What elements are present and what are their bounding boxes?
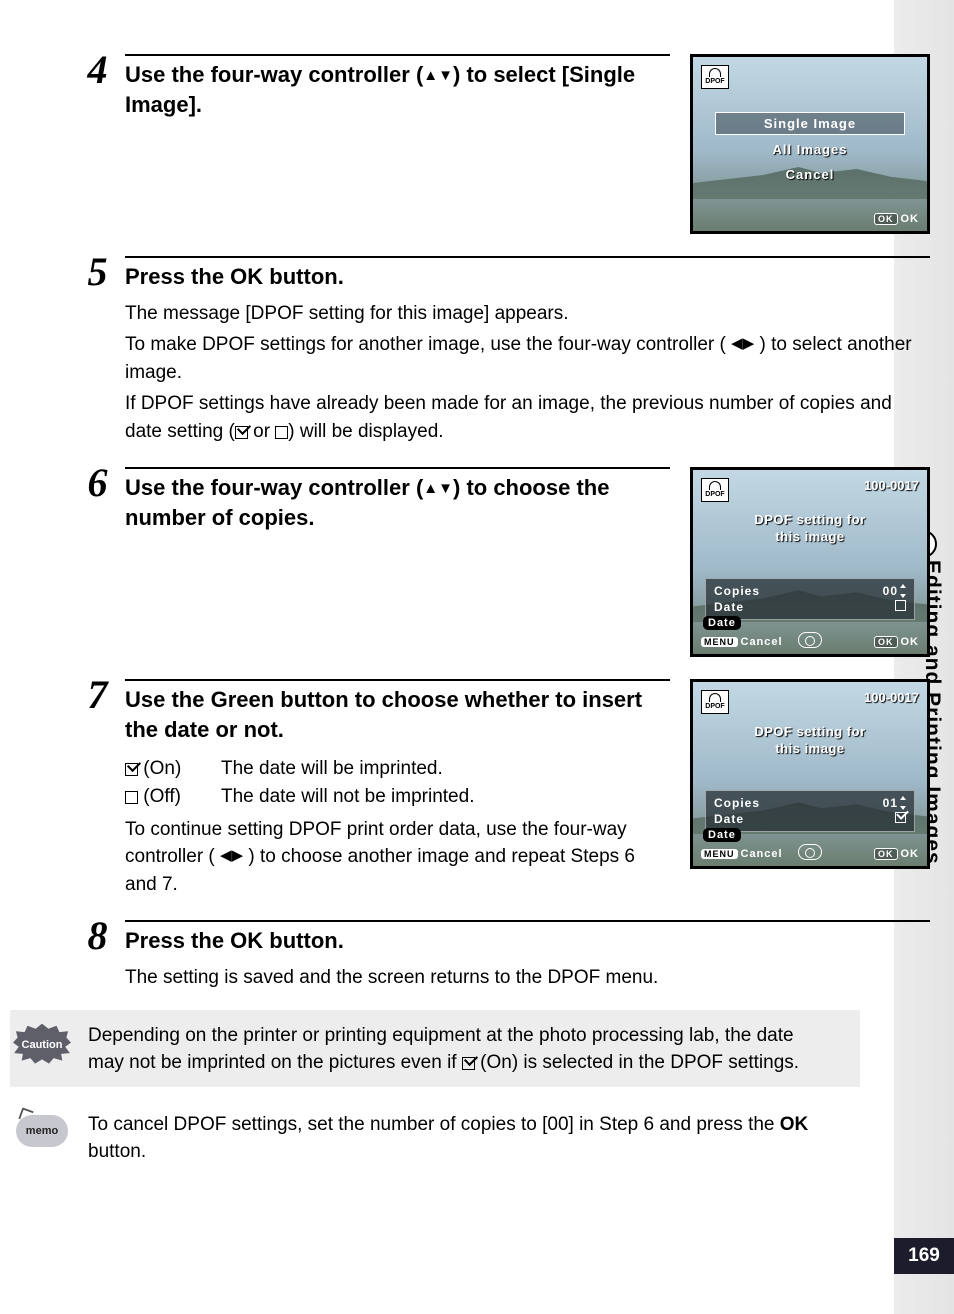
date-pill: Date: [703, 828, 741, 842]
menu-item-single-image: Single Image: [715, 112, 905, 135]
dpof-message: DPOF setting forthis image: [693, 512, 927, 545]
step-8: 8 Press the OK button. The setting is sa…: [70, 916, 930, 991]
step-title: Press the OK button.: [125, 920, 930, 960]
date-checkbox-checked: [895, 812, 906, 823]
caution-text: Depending on the printer or printing equ…: [88, 1020, 844, 1077]
file-number: 100-0017: [864, 478, 919, 493]
text: To make DPOF settings for another image,…: [125, 334, 731, 355]
step-5: 5 Press the OK button. The message [DPOF…: [70, 252, 930, 445]
text: button.: [263, 264, 344, 289]
left-triangle-icon: ◀: [731, 335, 743, 352]
date-checkbox-unchecked: [895, 600, 906, 611]
menu-item-cancel: Cancel: [715, 164, 905, 185]
ok-label: OK: [780, 1114, 809, 1135]
text: (On) is selected in the DPOF settings.: [475, 1052, 799, 1073]
checked-box-icon: [462, 1057, 475, 1070]
up-triangle-icon: ▲: [423, 67, 438, 84]
menu-cancel: MENUCancel: [701, 848, 783, 860]
text: Press the: [125, 928, 230, 953]
ok-indicator: OKOK: [874, 848, 919, 860]
text: button.: [88, 1141, 146, 1162]
unchecked-box-icon: [275, 426, 288, 439]
text: To cancel DPOF settings, set the number …: [88, 1114, 780, 1135]
date-pill: Date: [703, 616, 741, 630]
text: button.: [263, 928, 344, 953]
step-text: The setting is saved and the screen retu…: [125, 964, 930, 992]
step-number: 5: [70, 252, 125, 292]
checked-box-icon: [125, 763, 138, 776]
date-label: Date: [714, 812, 744, 826]
text: Use the four-way controller (: [125, 62, 423, 87]
option-on: (On): [125, 755, 205, 784]
lcd-screenshot-date: DPOF 100-0017 DPOF setting forthis image…: [690, 679, 930, 869]
option-off-desc: The date will not be imprinted.: [221, 783, 474, 812]
step-number: 7: [70, 675, 125, 715]
menu-cancel: MENUCancel: [701, 636, 783, 648]
unchecked-box-icon: [125, 791, 138, 804]
lcd-screenshot-copies: DPOF 100-0017 DPOF setting forthis image…: [690, 467, 930, 657]
menu-item-all-images: All Images: [715, 139, 905, 160]
step-title: Use the four-way controller (▲▼) to sele…: [125, 54, 670, 123]
text: Press the: [125, 264, 230, 289]
copies-label: Copies: [714, 584, 760, 598]
step-number: 6: [70, 463, 125, 503]
settings-panel: Copies 01 Date: [705, 790, 915, 832]
green-button-icon: [798, 632, 822, 648]
date-label: Date: [714, 600, 744, 614]
down-triangle-icon: ▼: [438, 67, 453, 84]
text: ) will be displayed.: [288, 421, 443, 442]
dpof-icon: DPOF: [701, 65, 729, 89]
green-button-icon: [798, 844, 822, 860]
dpof-icon: DPOF: [701, 478, 729, 502]
option-on-desc: The date will be imprinted.: [221, 755, 443, 784]
ok-indicator: OKOK: [874, 636, 919, 648]
ok-label: OK: [230, 928, 263, 953]
checked-box-icon: [235, 426, 248, 439]
memo-icon: memo: [16, 1115, 68, 1147]
step-title: Use the four-way controller (▲▼) to choo…: [125, 467, 670, 536]
copies-label: Copies: [714, 796, 760, 810]
ok-indicator: OKOK: [874, 213, 919, 225]
step-number: 8: [70, 916, 125, 956]
caution-icon: Caution: [13, 1024, 71, 1066]
copies-value: 00: [883, 584, 906, 598]
step-text: To make DPOF settings for another image,…: [125, 331, 930, 386]
memo-text: To cancel DPOF settings, set the number …: [88, 1109, 844, 1166]
caution-note: Caution Depending on the printer or prin…: [10, 1010, 860, 1087]
ok-label: OK: [230, 264, 263, 289]
right-triangle-icon: ▶: [232, 847, 244, 864]
file-number: 100-0017: [864, 690, 919, 705]
option-off: (Off): [125, 783, 205, 812]
step-title: Use the Green button to choose whether t…: [125, 679, 670, 748]
step-number: 4: [70, 50, 125, 90]
right-triangle-icon: ▶: [743, 335, 755, 352]
lcd-screenshot-single-image: DPOF Single Image All Images Cancel OKOK: [690, 54, 930, 234]
dpof-message: DPOF setting forthis image: [693, 724, 927, 757]
left-triangle-icon: ◀: [220, 847, 232, 864]
dpof-icon: DPOF: [701, 690, 729, 714]
step-text: If DPOF settings have already been made …: [125, 390, 930, 445]
step-7: 7 Use the Green button to choose whether…: [70, 675, 930, 898]
step-title: Press the OK button.: [125, 256, 930, 296]
step-text: To continue setting DPOF print order dat…: [125, 816, 670, 899]
settings-panel: Copies 00 Date: [705, 578, 915, 620]
text: or: [248, 421, 275, 442]
text: Use the four-way controller (: [125, 475, 423, 500]
memo-note: memo To cancel DPOF settings, set the nu…: [10, 1099, 860, 1176]
down-triangle-icon: ▼: [438, 480, 453, 497]
step-text: The message [DPOF setting for this image…: [125, 300, 930, 328]
step-4: 4 Use the four-way controller (▲▼) to se…: [70, 50, 930, 234]
up-triangle-icon: ▲: [423, 480, 438, 497]
step-6: 6 Use the four-way controller (▲▼) to ch…: [70, 463, 930, 657]
